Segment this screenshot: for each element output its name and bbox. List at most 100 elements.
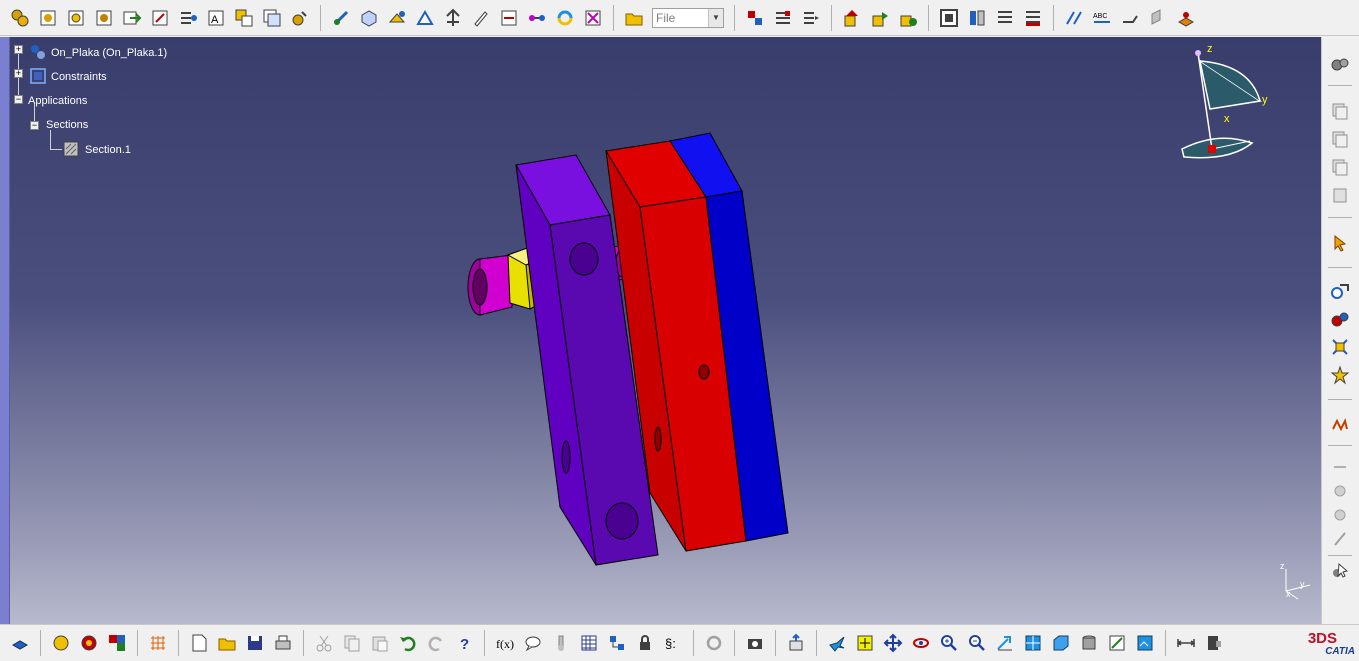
assembly-gear-icon[interactable]	[8, 6, 32, 30]
view-icon[interactable]	[896, 6, 920, 30]
zoom-in-icon[interactable]	[937, 631, 961, 655]
publish-icon[interactable]	[840, 6, 864, 30]
copy-icon[interactable]	[340, 631, 364, 655]
measure-item-icon[interactable]	[1202, 631, 1226, 655]
text-icon[interactable]	[993, 6, 1017, 30]
dimensions-icon[interactable]	[965, 6, 989, 30]
update-icon[interactable]	[525, 6, 549, 30]
graph-icon[interactable]	[49, 631, 73, 655]
save-icon[interactable]	[243, 631, 267, 655]
catalog-browser-icon[interactable]	[77, 631, 101, 655]
redo-icon[interactable]	[424, 631, 448, 655]
formula-icon[interactable]: f(x)	[493, 631, 517, 655]
render-style-icon[interactable]	[1077, 631, 1101, 655]
macro-icon[interactable]: §:	[661, 631, 685, 655]
axis-triad-z-label: z	[1280, 561, 1285, 571]
catalog-icon[interactable]	[937, 6, 961, 30]
constraint-icon[interactable]	[553, 6, 577, 30]
existing-component-icon[interactable]	[92, 6, 116, 30]
whats-this-icon[interactable]: ?	[452, 631, 476, 655]
comment-icon[interactable]	[521, 631, 545, 655]
lock-icon[interactable]	[633, 631, 657, 655]
left-scroll-strip[interactable]	[0, 37, 10, 624]
quick-constraint-icon[interactable]	[1328, 479, 1352, 503]
smart-move-icon[interactable]	[385, 6, 409, 30]
cube-icon[interactable]	[8, 631, 32, 655]
capture-icon[interactable]	[743, 631, 767, 655]
file-combo[interactable]: File ▼	[652, 7, 724, 28]
flexible-rigid-icon[interactable]	[1328, 503, 1352, 527]
paint-icon[interactable]: ABC	[1090, 6, 1114, 30]
clash-icon[interactable]	[469, 6, 493, 30]
sections-icon[interactable]	[771, 6, 795, 30]
pan-icon[interactable]	[881, 631, 905, 655]
multi-instantiation-icon[interactable]	[260, 6, 284, 30]
rotate-icon[interactable]	[909, 631, 933, 655]
open-icon[interactable]	[215, 631, 239, 655]
gear-icon[interactable]	[1328, 53, 1352, 77]
sketch-icon[interactable]	[288, 6, 312, 30]
explode-icon[interactable]	[413, 6, 437, 30]
zoom-out-icon[interactable]	[965, 631, 989, 655]
cut-icon[interactable]	[312, 631, 336, 655]
compass-widget[interactable]	[1170, 41, 1280, 171]
annotation-icon[interactable]	[868, 6, 892, 30]
space-analysis-icon[interactable]	[622, 6, 646, 30]
constraint-contact-icon[interactable]	[1328, 307, 1352, 331]
insert-product-icon[interactable]	[36, 6, 60, 30]
bill-of-material-icon[interactable]	[743, 6, 767, 30]
select-arrow-icon[interactable]	[1328, 231, 1352, 255]
paste-icon[interactable]	[1328, 127, 1352, 151]
delete-icon[interactable]	[1328, 183, 1352, 207]
generate-numbering-icon[interactable]	[176, 6, 200, 30]
new-icon[interactable]	[187, 631, 211, 655]
apply-material-icon[interactable]	[1062, 6, 1086, 30]
open-folder-icon[interactable]	[581, 6, 605, 30]
constraint-coincidence-icon[interactable]	[1328, 279, 1352, 303]
stop-manipulate-icon[interactable]	[441, 6, 465, 30]
box-view-icon[interactable]	[1049, 631, 1073, 655]
fly-mode-icon[interactable]	[825, 631, 849, 655]
special-paste-icon[interactable]	[1328, 155, 1352, 179]
fix-component-icon[interactable]	[1328, 411, 1352, 435]
graph-tree-icon[interactable]	[148, 6, 172, 30]
save-management-icon[interactable]	[799, 6, 823, 30]
constraint-angle-icon[interactable]	[1328, 363, 1352, 387]
chevron-down-icon[interactable]: ▼	[708, 8, 723, 27]
hide-icon[interactable]	[1146, 6, 1170, 30]
change-constraint-icon[interactable]	[1328, 527, 1352, 551]
manipulation-icon[interactable]	[329, 6, 353, 30]
select-icon[interactable]	[1328, 559, 1352, 583]
measure-between-icon[interactable]	[1174, 631, 1198, 655]
3d-viewport[interactable]: + On_Plaka (On_Plaka.1) + Constraints − …	[10, 37, 1321, 624]
logo-brand: CATIA	[1325, 646, 1355, 657]
grid-icon[interactable]	[146, 631, 170, 655]
manage-representations-icon[interactable]	[232, 6, 256, 30]
undo-icon[interactable]	[396, 631, 420, 655]
constraint-offset-icon[interactable]	[1328, 335, 1352, 359]
snap-icon[interactable]	[357, 6, 381, 30]
fix-together-icon[interactable]	[1328, 455, 1352, 479]
table-icon[interactable]	[577, 631, 601, 655]
paste-icon[interactable]	[368, 631, 392, 655]
replace-component-icon[interactable]	[120, 6, 144, 30]
arrow-icon[interactable]	[1118, 6, 1142, 30]
thermometer-icon[interactable]	[549, 631, 573, 655]
color-palette-icon[interactable]	[105, 631, 129, 655]
publication-icon[interactable]	[784, 631, 808, 655]
hide-show-icon[interactable]	[1105, 631, 1129, 655]
iso-view-icon[interactable]	[1021, 631, 1045, 655]
selective-load-icon[interactable]: A	[204, 6, 228, 30]
reconnect-icon[interactable]	[497, 6, 521, 30]
3d-model-assembly[interactable]	[10, 37, 1321, 624]
loop-icon[interactable]	[702, 631, 726, 655]
knowledge-icon[interactable]	[605, 631, 629, 655]
copy-icon[interactable]	[1328, 99, 1352, 123]
fit-all-icon[interactable]	[853, 631, 877, 655]
measure-icon[interactable]	[1021, 6, 1045, 30]
swap-view-icon[interactable]	[1133, 631, 1157, 655]
material-icon[interactable]	[1174, 6, 1198, 30]
normal-view-icon[interactable]	[993, 631, 1017, 655]
print-icon[interactable]	[271, 631, 295, 655]
insert-part-icon[interactable]	[64, 6, 88, 30]
